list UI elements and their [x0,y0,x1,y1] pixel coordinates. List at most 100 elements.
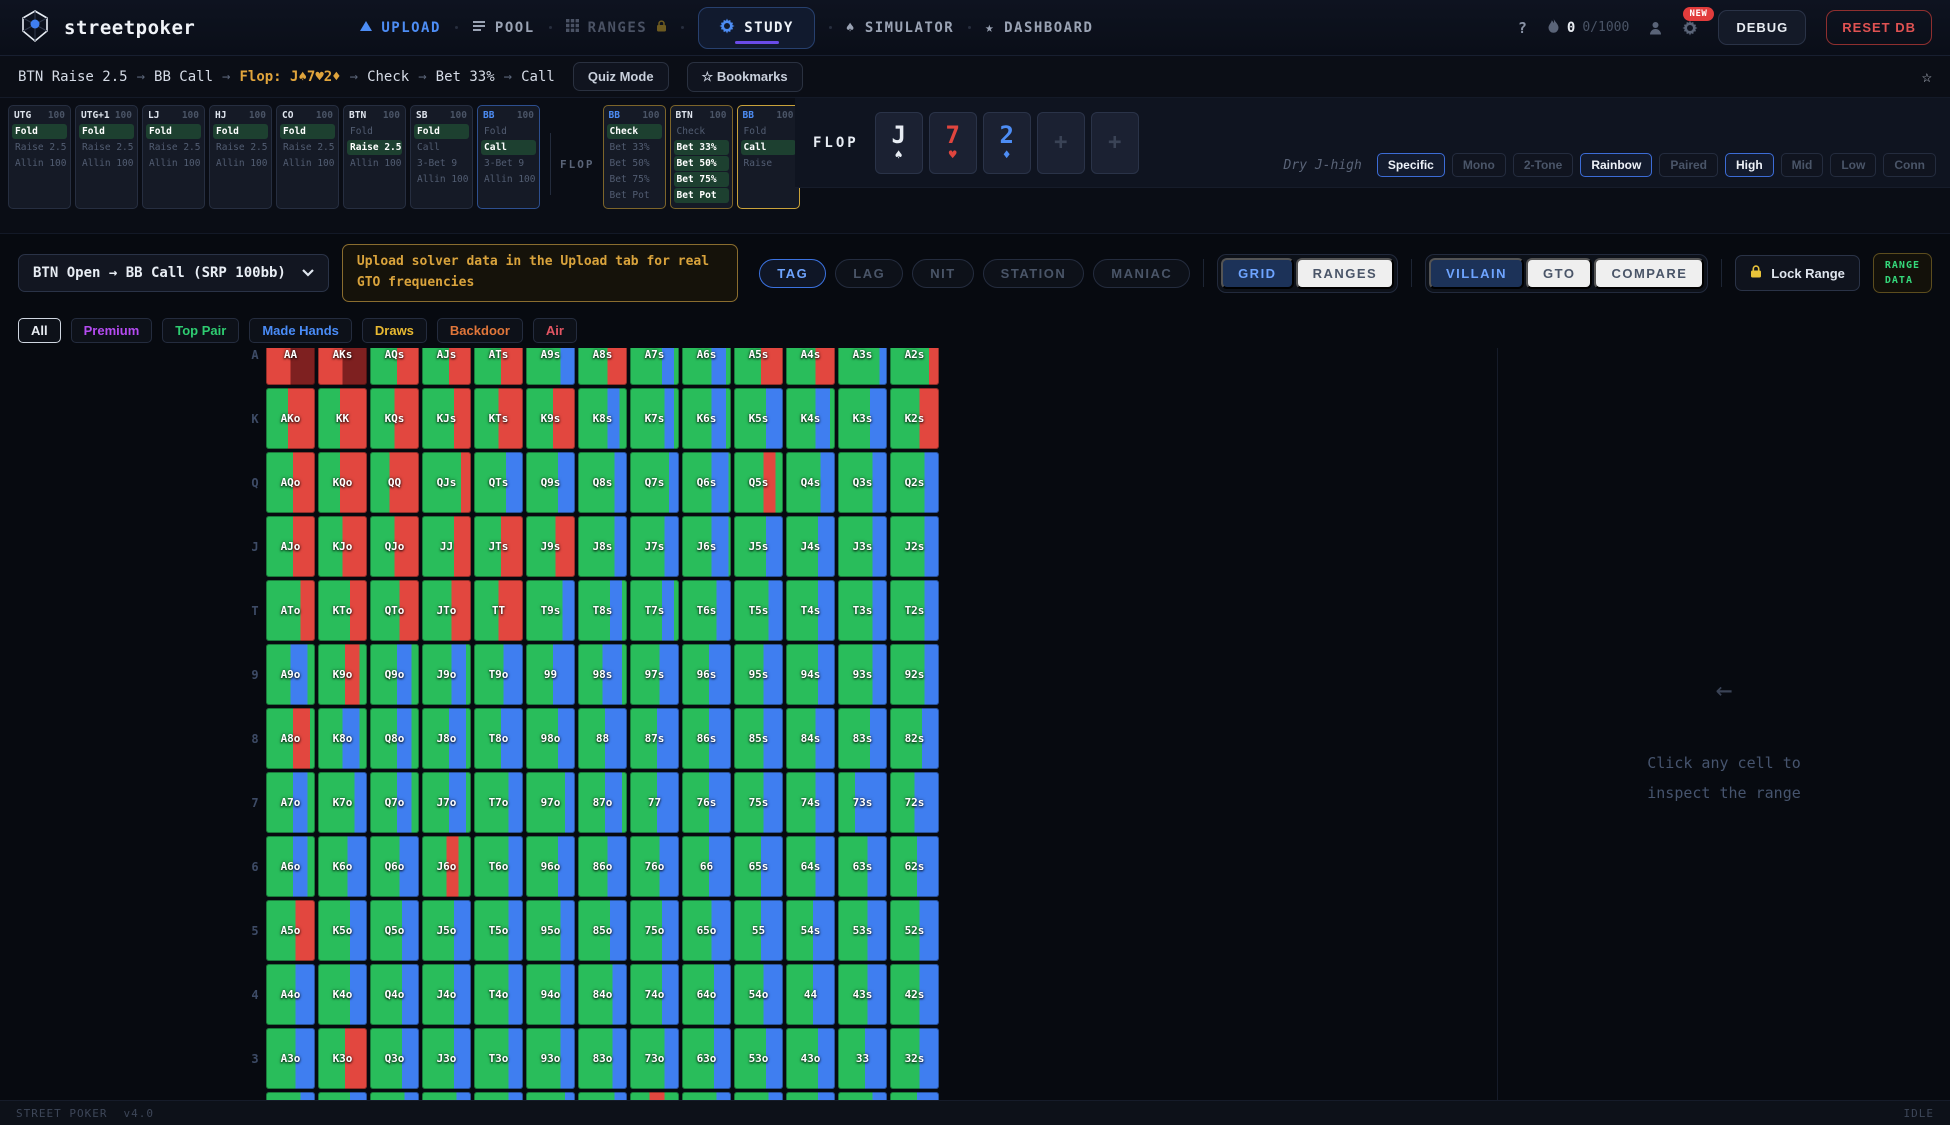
hand-cell[interactable]: T7o [474,772,523,833]
hand-cell[interactable]: JTo [422,580,471,641]
hand-cell[interactable]: 65s [734,836,783,897]
action-bet-pot[interactable]: Bet Pot [674,188,729,203]
hand-cell[interactable]: A6o [266,836,315,897]
hand-cell[interactable]: Q3s [838,452,887,513]
hand-cell[interactable]: 94o [526,964,575,1025]
action-bet-50-[interactable]: Bet 50% [607,156,662,171]
quiz-mode-button[interactable]: Quiz Mode [573,62,669,91]
hand-cell[interactable]: KQo [318,452,367,513]
action-3-bet-9[interactable]: 3-Bet 9 [481,156,536,171]
hand-cell[interactable]: QJo [370,516,419,577]
hand-cell[interactable]: 55 [734,900,783,961]
hand-cell[interactable]: 75o [630,900,679,961]
hand-cell[interactable]: 93o [526,1028,575,1089]
hand-cell[interactable]: 84s [786,708,835,769]
hand-cell[interactable]: 73s [838,772,887,833]
hand-cell[interactable]: K9s [526,388,575,449]
hand-cell[interactable]: J8o [422,708,471,769]
action-fold[interactable]: Fold [741,124,796,139]
action-raise-2-5[interactable]: Raise 2.5 [79,140,134,155]
board-card[interactable]: 7♥ [929,112,977,174]
texture-chip-mid[interactable]: Mid [1781,153,1824,177]
hand-cell[interactable]: 82s [890,708,939,769]
hand-cell[interactable]: AQs [370,348,419,385]
action-bet-50-[interactable]: Bet 50% [674,156,729,171]
hand-cell[interactable]: T2s [890,580,939,641]
action-fold[interactable]: Fold [414,124,469,139]
action-call[interactable]: Call [481,140,536,155]
range-grid[interactable]: AAAAKsAQsAJsATsA9sA8sA7sA6sA5sA4sA3sA2sK… [244,348,942,1100]
hand-cell[interactable]: 62o [682,1092,731,1100]
reset-db-button[interactable]: RESET DB [1826,10,1932,45]
hand-cell[interactable]: 92s [890,644,939,705]
hand-cell[interactable]: 65o [682,900,731,961]
hand-cell[interactable]: 52s [890,900,939,961]
hand-cell[interactable]: 99 [526,644,575,705]
hand-cell[interactable]: JTs [474,516,523,577]
hand-cell[interactable]: Q5s [734,452,783,513]
profile-pill-station[interactable]: STATION [983,259,1085,288]
hand-cell[interactable]: Q4s [786,452,835,513]
action-bet-33-[interactable]: Bet 33% [674,140,729,155]
hand-cell[interactable]: JJ [422,516,471,577]
hand-cell[interactable]: 76o [630,836,679,897]
hand-cell[interactable]: A3s [838,348,887,385]
action-raise[interactable]: Raise [741,156,796,171]
hand-cell[interactable]: K2s [890,388,939,449]
hand-cell[interactable]: J7o [422,772,471,833]
hand-cell[interactable]: 64o [682,964,731,1025]
hand-cell[interactable]: A8s [578,348,627,385]
hand-cell[interactable]: K2o [318,1092,367,1100]
hand-cell[interactable]: Q2s [890,452,939,513]
hand-cell[interactable]: ATs [474,348,523,385]
hand-cell[interactable]: 74o [630,964,679,1025]
hand-cell[interactable]: K3s [838,388,887,449]
hand-cell[interactable]: 84o [578,964,627,1025]
hand-cell[interactable]: KTs [474,388,523,449]
hand-cell[interactable]: 43o [786,1028,835,1089]
hand-cell[interactable]: K9o [318,644,367,705]
hand-cell[interactable]: AJs [422,348,471,385]
action-raise-2-5[interactable]: Raise 2.5 [12,140,67,155]
hand-cell[interactable]: J4s [786,516,835,577]
hand-cell[interactable]: 32s [890,1028,939,1089]
hand-cell[interactable]: 77 [630,772,679,833]
hand-cell[interactable]: 96o [526,836,575,897]
hand-cell[interactable]: K5s [734,388,783,449]
nav-item-pool[interactable]: POOL [472,20,535,36]
hand-cell[interactable]: Q4o [370,964,419,1025]
texture-chip-mono[interactable]: Mono [1452,153,1506,177]
hand-cell[interactable]: 93s [838,644,887,705]
nav-item-simulator[interactable]: ♠SIMULATOR [846,20,954,36]
hand-cell[interactable]: J4o [422,964,471,1025]
action-allin-100[interactable]: Allin 100 [280,156,335,171]
hand-cell[interactable]: T9o [474,644,523,705]
action-call[interactable]: Call [741,140,796,155]
hand-cell[interactable]: K3o [318,1028,367,1089]
hand-cell[interactable]: 33 [838,1028,887,1089]
filter-premium[interactable]: Premium [71,318,153,343]
hand-cell[interactable]: 85o [578,900,627,961]
hand-cell[interactable]: 53o [734,1028,783,1089]
hand-cell[interactable]: A9o [266,644,315,705]
action-raise-2-5[interactable]: Raise 2.5 [213,140,268,155]
hand-cell[interactable]: A4o [266,964,315,1025]
action-call[interactable]: Call [414,140,469,155]
hand-cell[interactable]: 72o [630,1092,679,1100]
hand-cell[interactable]: 75s [734,772,783,833]
hand-cell[interactable]: 82o [578,1092,627,1100]
hand-cell[interactable]: A9s [526,348,575,385]
hand-cell[interactable]: 43s [838,964,887,1025]
hand-cell[interactable]: AQo [266,452,315,513]
hand-cell[interactable]: 95s [734,644,783,705]
profile-pill-tag[interactable]: TAG [759,259,826,288]
add-card-button[interactable]: + [1037,112,1085,174]
filter-air[interactable]: Air [533,318,577,343]
texture-chip-low[interactable]: Low [1830,153,1876,177]
nav-item-study[interactable]: STUDY [698,7,815,49]
hand-cell[interactable]: A7s [630,348,679,385]
texture-chip-specific[interactable]: Specific [1377,153,1445,177]
action-allin-100[interactable]: Allin 100 [414,172,469,187]
hand-cell[interactable]: Q8o [370,708,419,769]
profile-pill-maniac[interactable]: MANIAC [1093,259,1190,288]
